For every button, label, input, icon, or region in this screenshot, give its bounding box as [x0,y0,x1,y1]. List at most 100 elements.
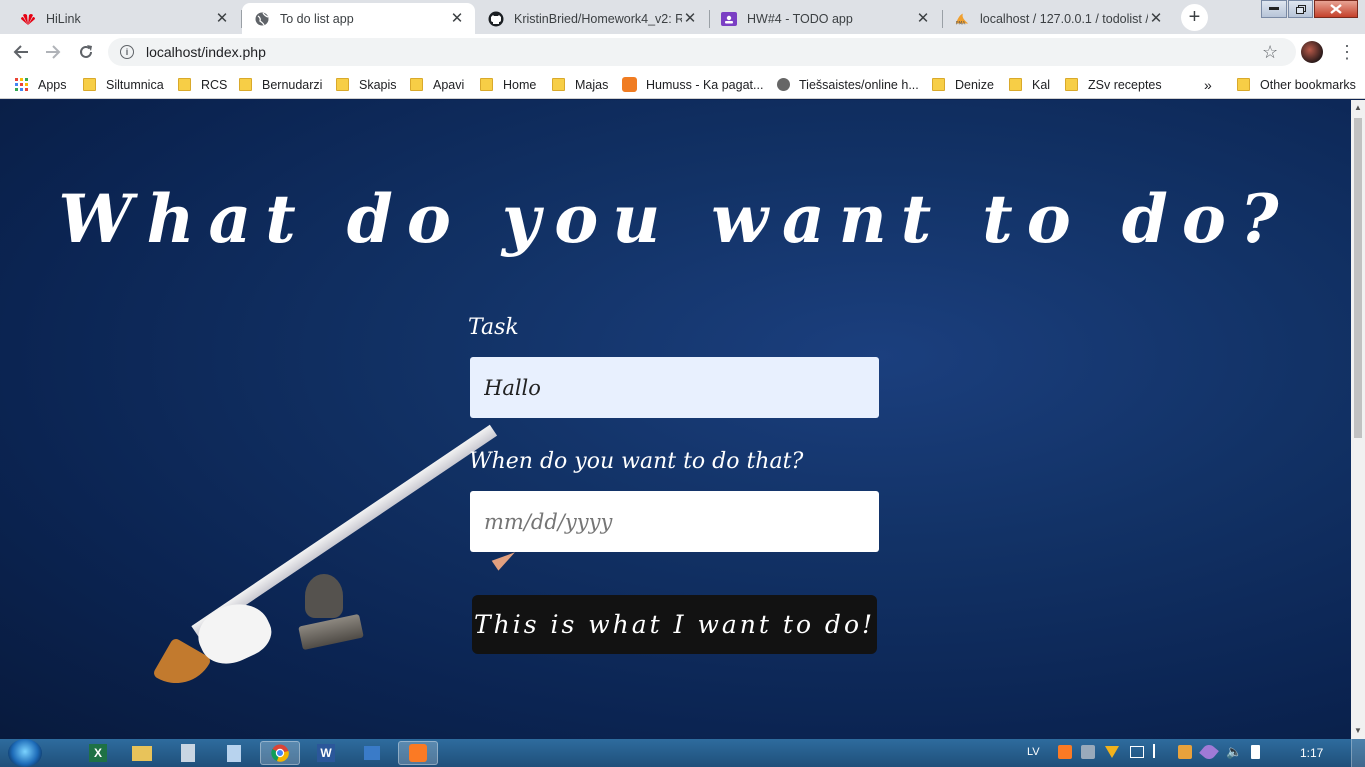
folder-icon [480,78,493,91]
clock[interactable]: 1:17 [1300,746,1323,760]
scroll-up-icon[interactable]: ▲ [1354,103,1362,112]
phpmyadmin-icon: PMA [954,11,970,27]
submit-button[interactable]: This is what I want to do! [472,595,877,654]
bookmark-other[interactable]: Other bookmarks [1237,76,1356,93]
tab-github[interactable]: KristinBried/Homework4_v2: Rig ✕ [476,3,708,34]
action-center-flag-icon[interactable] [1153,744,1165,758]
page-content: What do you want to do? Task When do you… [0,100,1351,739]
bookmark-kal[interactable]: Kal [1009,76,1050,93]
huawei-icon [20,11,36,27]
bookmark-bernudarzi[interactable]: Bernudarzi [239,76,322,93]
tab-title: KristinBried/Homework4_v2: Rig [514,11,682,26]
scroll-down-icon[interactable]: ▼ [1354,726,1362,735]
reload-button[interactable] [75,41,97,63]
more-bookmarks-chevron-icon[interactable]: » [1204,76,1212,93]
bookmark-apavi[interactable]: Apavi [410,76,464,93]
bookmark-home[interactable]: Home [480,76,536,93]
folder-icon [932,78,945,91]
back-arrow-icon [13,45,28,59]
close-tab-icon[interactable]: ✕ [1148,10,1164,27]
scrollbar-thumb[interactable] [1354,118,1362,438]
bookmark-zsv[interactable]: ZSv receptes [1065,76,1162,93]
binder-clip-base-decoration [298,613,364,651]
close-tab-icon[interactable]: ✕ [214,10,230,27]
bookmark-label: Humuss - Ka pagat... [646,77,764,92]
binder-clip-decoration [305,574,343,618]
humuss-icon [622,77,637,92]
bookmark-skapis[interactable]: Skapis [336,76,397,93]
tab-title: HW#4 - TODO app [747,11,853,26]
github-icon [488,11,504,27]
bookmark-apps[interactable]: Apps [15,76,67,93]
date-input[interactable] [470,491,879,552]
folder-icon [83,78,96,91]
address-bar[interactable]: i localhost/index.php [108,38,1296,66]
folder-icon [178,78,191,91]
online-icon [777,78,790,91]
tray-warning-icon[interactable] [1105,746,1119,758]
explorer-icon[interactable] [122,741,162,765]
restore-icon [1295,4,1306,14]
bookmark-label: RCS [201,77,228,92]
battery-icon[interactable] [1251,745,1260,759]
notepad-icon[interactable] [214,741,254,765]
bookmark-rcs[interactable]: RCS [178,76,227,93]
url-text: localhost/index.php [146,44,266,60]
bookmark-label: Kal [1032,77,1051,92]
task-label: Task [468,315,519,340]
folder-icon [336,78,349,91]
site-info-icon[interactable]: i [120,45,134,59]
globe-icon [254,11,270,27]
tab-todo-app[interactable]: To do list app ✕ [242,3,475,34]
start-button[interactable] [8,739,42,767]
close-tab-icon[interactable]: ✕ [682,10,698,27]
tab-hilink[interactable]: HiLink ✕ [8,3,240,34]
language-indicator[interactable]: LV [1027,746,1040,758]
browser-toolbar: i localhost/index.php ☆ ⋮ [0,34,1365,70]
volume-icon[interactable]: 🔈 [1226,744,1242,760]
close-tab-icon[interactable]: ✕ [449,10,465,27]
maximize-button[interactable] [1288,0,1313,18]
chrome-icon[interactable] [260,741,300,765]
bookmarks-bar: Apps Siltumnica RCS Bernudarzi Skapis Ap… [0,70,1365,99]
close-window-button[interactable] [1314,0,1358,18]
show-desktop-button[interactable] [1351,739,1365,767]
task-input[interactable] [470,357,879,418]
bookmark-label: Bernudarzi [262,77,323,92]
bookmark-majas[interactable]: Majas [552,76,608,93]
new-tab-button[interactable]: + [1181,4,1208,31]
xampp-icon[interactable] [398,741,438,765]
tray-feather-icon[interactable] [1199,742,1219,762]
tab-phpmyadmin[interactable]: PMA localhost / 127.0.0.1 / todolist / ✕ [942,3,1174,34]
folder-icon [1237,78,1250,91]
forward-arrow-icon [46,45,61,59]
folder-icon [239,78,252,91]
minimize-button[interactable] [1261,0,1287,18]
word-icon[interactable]: W [306,741,346,765]
bookmark-humuss[interactable]: Humuss - Ka pagat... [622,76,763,93]
bookmark-siltumnica[interactable]: Siltumnica [83,76,164,93]
close-tab-icon[interactable]: ✕ [915,10,931,27]
page-scrollbar[interactable]: ▲ ▼ [1351,100,1365,739]
tab-hw4[interactable]: HW#4 - TODO app ✕ [709,3,941,34]
calculator-icon[interactable] [168,741,208,765]
bookmark-label: Apavi [433,77,465,92]
bookmark-denize[interactable]: Denize [932,76,994,93]
bookmark-label: Siltumnica [106,77,164,92]
bookmark-label: Tiešsaistes/online h... [799,77,919,92]
remote-desktop-icon[interactable] [352,741,392,765]
menu-kebab-icon[interactable]: ⋮ [1338,41,1356,63]
back-button[interactable] [10,41,32,63]
xampp-tray-icon[interactable] [1058,745,1072,759]
bookmark-label: Denize [955,77,994,92]
bookmark-star-icon[interactable]: ☆ [1262,42,1278,63]
bookmark-label: ZSv receptes [1088,77,1162,92]
tray-app-icon[interactable] [1178,745,1192,759]
tray-settings-icon[interactable] [1081,745,1095,759]
excel-icon[interactable]: X [78,741,118,765]
profile-avatar[interactable] [1301,41,1323,63]
bookmark-online[interactable]: Tiešsaistes/online h... [777,76,919,93]
network-icon[interactable] [1130,746,1144,758]
bookmark-label: Home [503,77,537,92]
forward-button[interactable] [42,41,64,63]
